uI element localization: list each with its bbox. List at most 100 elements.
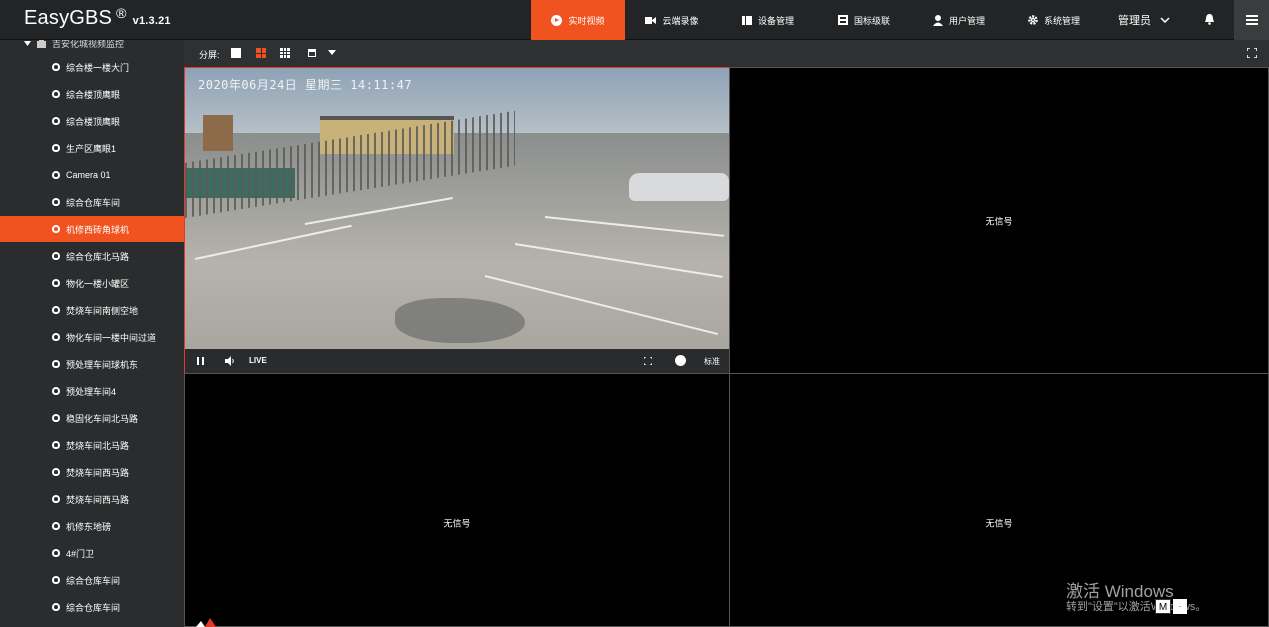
- nav-live-video[interactable]: 实时视频: [531, 0, 625, 40]
- nav-label: 设备管理: [757, 15, 794, 26]
- sidebar-camera-label: 焚烧车间西马路: [66, 494, 130, 505]
- sidebar-camera-label: 预处理车间球机东: [66, 359, 139, 370]
- video-cell-3[interactable]: 无信号: [184, 373, 730, 627]
- sidebar-camera-label: 综合楼一楼大门: [66, 62, 130, 73]
- sidebar-camera-item[interactable]: 焚烧车间南侧空地: [0, 297, 184, 323]
- sidebar-camera-item[interactable]: 生产区鹰眼1: [0, 135, 184, 161]
- sidebar-camera-item[interactable]: 预处理车间球机东: [0, 351, 184, 377]
- camera-icon: [52, 441, 60, 449]
- sidebar-camera-item[interactable]: 综合楼一楼大门: [0, 54, 184, 80]
- sidebar-camera-label: 稳固化车间北马路: [66, 413, 139, 424]
- chevron-down-icon: [1160, 17, 1170, 23]
- sidebar-camera-item[interactable]: 预处理车间4: [0, 378, 184, 404]
- layout-icon[interactable]: [308, 49, 316, 57]
- sidebar-camera-item[interactable]: 综合仓库北马路: [0, 243, 184, 269]
- sidebar-camera-label: Camera 01: [66, 170, 111, 180]
- split-9-button[interactable]: [280, 48, 290, 58]
- snapshot-icon[interactable]: [675, 355, 686, 366]
- nav-cloud-recording[interactable]: 云端录像: [630, 0, 714, 40]
- camera-icon: [52, 522, 60, 530]
- split-4-button[interactable]: [256, 48, 266, 58]
- sidebar-camera-item[interactable]: 物化一楼小罐区: [0, 270, 184, 296]
- camera-icon: [52, 360, 60, 368]
- video-cell-2[interactable]: 无信号: [729, 67, 1269, 374]
- fullscreen-icon[interactable]: [1247, 48, 1257, 58]
- sidebar-camera-label: 综合仓库车间: [66, 197, 121, 208]
- tree-root-label: 吉安化城视频监控: [52, 40, 125, 49]
- camera-icon: [52, 63, 60, 71]
- sidebar-camera-label: 综合楼顶鹰眼: [66, 89, 121, 100]
- nav-label: 系统管理: [1043, 15, 1080, 26]
- play-circle-icon: [551, 14, 563, 26]
- pause-icon[interactable]: [197, 357, 204, 365]
- sidebar-camera-item[interactable]: 焚烧车间西马路: [0, 459, 184, 485]
- camera-icon: [52, 117, 60, 125]
- sidebar-camera-item[interactable]: 综合仓库车间: [0, 567, 184, 593]
- camera-icon: [52, 387, 60, 395]
- video-timestamp: 2020年06月24日 星期三 14:11:47: [198, 78, 413, 92]
- nav-user-management[interactable]: 用户管理: [917, 0, 1001, 40]
- player-controls: LIVE 标准: [185, 349, 729, 373]
- sidebar-camera-item[interactable]: 4#门卫: [0, 540, 184, 566]
- nav-label: 用户管理: [948, 15, 985, 26]
- nav-label: 实时视频: [568, 15, 605, 26]
- camera-icon: [52, 549, 60, 557]
- gear-icon: [1028, 15, 1038, 25]
- camera-icon: [52, 279, 60, 287]
- nav-label: 国标级联: [853, 15, 890, 26]
- sidebar-camera-item[interactable]: 机修东地磅: [0, 513, 184, 539]
- camera-icon: [52, 603, 60, 611]
- nav-device-management[interactable]: 设备管理: [726, 0, 810, 40]
- sidebar-camera-label: 综合仓库车间: [66, 602, 121, 613]
- user-menu[interactable]: 管理员: [1118, 12, 1170, 28]
- corner-logo-icon: [196, 618, 216, 627]
- caret-down-icon: [24, 40, 31, 46]
- expand-icon[interactable]: [644, 357, 652, 365]
- camera-icon: [52, 576, 60, 584]
- sidebar-camera-item[interactable]: 综合楼顶鹰眼: [0, 81, 184, 107]
- hamburger-menu-button[interactable]: [1234, 0, 1269, 40]
- sidebar-camera-item[interactable]: 综合楼顶鹰眼: [0, 108, 184, 134]
- sidebar-camera-item[interactable]: 综合仓库车间: [0, 189, 184, 215]
- sidebar-camera-item[interactable]: 焚烧车间北马路: [0, 432, 184, 458]
- app-logo: EasyGBS ® v1.3.21: [24, 5, 171, 30]
- device-icon: [741, 15, 752, 25]
- sidebar-camera-label: 焚烧车间西马路: [66, 467, 130, 478]
- user-name: 管理员: [1118, 15, 1151, 27]
- tree-root[interactable]: 吉安化城视频监控: [24, 40, 124, 50]
- camera-icon: [52, 225, 60, 233]
- ime-indicator[interactable]: M: [1155, 599, 1171, 614]
- quality-selector[interactable]: 标准: [704, 356, 720, 367]
- video-frame: 2020年06月24日 星期三 14:11:47: [185, 68, 729, 349]
- registered-mark: ®: [116, 5, 127, 21]
- bell-icon[interactable]: [1204, 13, 1215, 25]
- split-1-button[interactable]: [231, 48, 241, 58]
- sidebar-camera-item[interactable]: 机修西砖角球机: [0, 216, 184, 242]
- camera-icon: [52, 468, 60, 476]
- sidebar-camera-label: 生产区鹰眼1: [66, 143, 117, 154]
- nav-system-management[interactable]: 系统管理: [1012, 0, 1096, 40]
- no-signal-label: 无信号: [985, 518, 1013, 529]
- sidebar-camera-item[interactable]: 稳固化车间北马路: [0, 405, 184, 431]
- sidebar-camera-label: 综合仓库车间: [66, 575, 121, 586]
- nav-label: 云端录像: [662, 15, 699, 26]
- sidebar-camera-item[interactable]: 焚烧车间西马路: [0, 486, 184, 512]
- sidebar-camera-item[interactable]: 综合仓库车间: [0, 594, 184, 620]
- sidebar-camera-item[interactable]: 物化车间一楼中间过道: [0, 324, 184, 350]
- app-name: EasyGBS: [24, 7, 113, 29]
- camera-icon: [52, 252, 60, 260]
- ime-adjust[interactable]: ·: [1173, 599, 1187, 614]
- video-camera-icon: [645, 16, 657, 24]
- sidebar-camera-label: 4#门卫: [66, 548, 95, 559]
- video-grid: 2020年06月24日 星期三 14:11:47 LIVE 标准 无信号 无信号…: [184, 67, 1269, 627]
- video-cell-1[interactable]: 2020年06月24日 星期三 14:11:47 LIVE 标准: [184, 67, 730, 374]
- top-bar: EasyGBS ® v1.3.21 实时视频 云端录像 设备管理 国标级联 用户…: [0, 0, 1269, 40]
- nav-gb-cascade[interactable]: 国标级联: [822, 0, 906, 40]
- video-cell-4[interactable]: 无信号: [729, 373, 1269, 627]
- sidebar-camera-label: 机修西砖角球机: [66, 224, 130, 235]
- sidebar-camera-item[interactable]: Camera 01: [0, 162, 184, 188]
- volume-icon[interactable]: [225, 356, 235, 366]
- split-toolbar: 分屏:: [184, 40, 1269, 67]
- layout-dropdown-caret-icon[interactable]: [328, 50, 336, 55]
- sidebar-camera-label: 焚烧车间南侧空地: [66, 305, 139, 316]
